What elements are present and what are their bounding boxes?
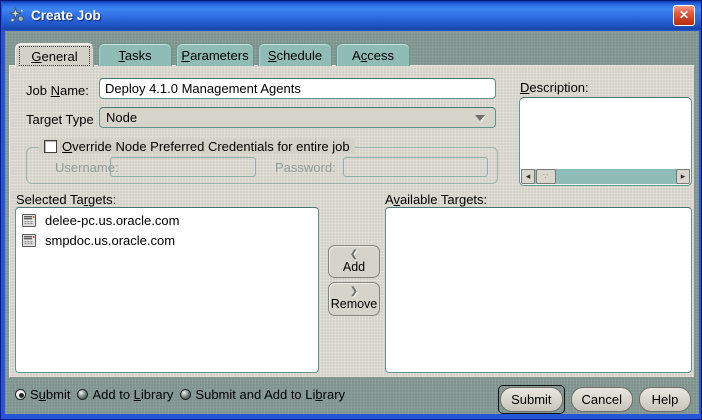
tab-access[interactable]: Access <box>336 43 410 66</box>
scrollbar-track[interactable] <box>556 169 676 184</box>
scroll-right-icon[interactable]: ▸ <box>676 169 690 184</box>
tab-bar: General Tasks Parameters Schedule Access <box>15 43 410 67</box>
radio-icon[interactable] <box>77 389 88 400</box>
app-sparkle-icon <box>8 7 25 24</box>
selected-targets-label: Selected Targets: <box>16 192 116 207</box>
close-button[interactable]: ✕ <box>673 5 695 26</box>
radio-submit[interactable]: Submit <box>15 387 70 402</box>
tab-tasks[interactable]: Tasks <box>98 43 172 66</box>
footer-bar: Submit Add to Library Submit and Add to … <box>5 378 699 414</box>
scrollbar-thumb[interactable]: ∵ <box>536 169 556 184</box>
general-tab-panel: Job Name: Description: Target Type Node … <box>9 65 695 378</box>
tab-parameters[interactable]: Parameters <box>176 43 254 66</box>
credentials-fields-row: Username: Password: <box>27 157 497 177</box>
description-hscrollbar[interactable]: ◂ ∵ ▸ <box>521 169 690 184</box>
chevron-left-icon: ❮ <box>350 250 358 260</box>
radio-add-to-library[interactable]: Add to Library <box>77 387 173 402</box>
chevron-right-icon: ❯ <box>350 287 358 297</box>
window-title: Create Job <box>31 8 673 23</box>
override-credentials-label: Override Node Preferred Credentials for … <box>62 139 350 154</box>
radio-add-to-library-label: Add to Library <box>92 387 173 402</box>
credentials-groupbox: Override Node Preferred Credentials for … <box>26 147 498 184</box>
add-button-label: Add <box>343 260 365 274</box>
remove-button-label: Remove <box>331 297 378 311</box>
chevron-down-icon <box>475 115 485 121</box>
scroll-left-icon[interactable]: ◂ <box>521 169 535 184</box>
available-targets-list[interactable] <box>385 207 692 373</box>
cancel-button[interactable]: Cancel <box>571 387 633 412</box>
titlebar[interactable]: Create Job ✕ <box>2 1 701 30</box>
dialog-body: General Tasks Parameters Schedule Access… <box>5 31 699 414</box>
password-input[interactable] <box>343 157 488 177</box>
create-job-dialog: Create Job ✕ General Tasks Parameters Sc… <box>0 0 702 420</box>
password-label: Password: <box>275 160 336 175</box>
description-label: Description: <box>520 80 589 95</box>
target-name: smpdoc.us.oracle.com <box>45 233 175 248</box>
radio-submit-and-add-label: Submit and Add to Library <box>195 387 345 402</box>
tab-general[interactable]: General <box>15 43 94 67</box>
override-credentials-row: Override Node Preferred Credentials for … <box>39 139 355 154</box>
target-type-value: Node <box>106 110 475 125</box>
override-credentials-checkbox[interactable] <box>44 140 57 153</box>
node-icon <box>22 214 36 227</box>
target-type-dropdown[interactable]: Node <box>99 107 496 128</box>
tab-schedule[interactable]: Schedule <box>258 43 332 66</box>
job-name-label: Job Name: <box>26 83 89 98</box>
remove-button[interactable]: ❯ Remove <box>328 282 380 316</box>
default-button-ring: Submit <box>498 385 564 414</box>
action-buttons: Submit Cancel Help <box>498 385 691 414</box>
radio-icon[interactable] <box>15 389 26 400</box>
help-button[interactable]: Help <box>639 387 691 412</box>
selected-targets-list[interactable]: delee-pc.us.oracle.com smpdoc.us.oracle.… <box>15 207 319 373</box>
add-button[interactable]: ❮ Add <box>328 245 380 278</box>
target-name: delee-pc.us.oracle.com <box>45 213 179 228</box>
job-name-input[interactable] <box>99 78 496 99</box>
submit-mode-radio-group: Submit Add to Library Submit and Add to … <box>15 387 352 402</box>
radio-submit-and-add[interactable]: Submit and Add to Library <box>180 387 345 402</box>
node-icon <box>22 234 36 247</box>
radio-submit-label: Submit <box>30 387 70 402</box>
radio-icon[interactable] <box>180 389 191 400</box>
submit-button[interactable]: Submit <box>500 387 562 412</box>
username-input[interactable] <box>110 157 256 177</box>
description-box: ◂ ∵ ▸ <box>519 97 692 186</box>
target-type-label: Target Type <box>26 112 94 127</box>
list-item[interactable]: delee-pc.us.oracle.com <box>18 211 316 231</box>
available-targets-label: Available Targets: <box>385 192 487 207</box>
description-textarea[interactable] <box>520 98 691 168</box>
list-item[interactable]: smpdoc.us.oracle.com <box>18 231 316 251</box>
